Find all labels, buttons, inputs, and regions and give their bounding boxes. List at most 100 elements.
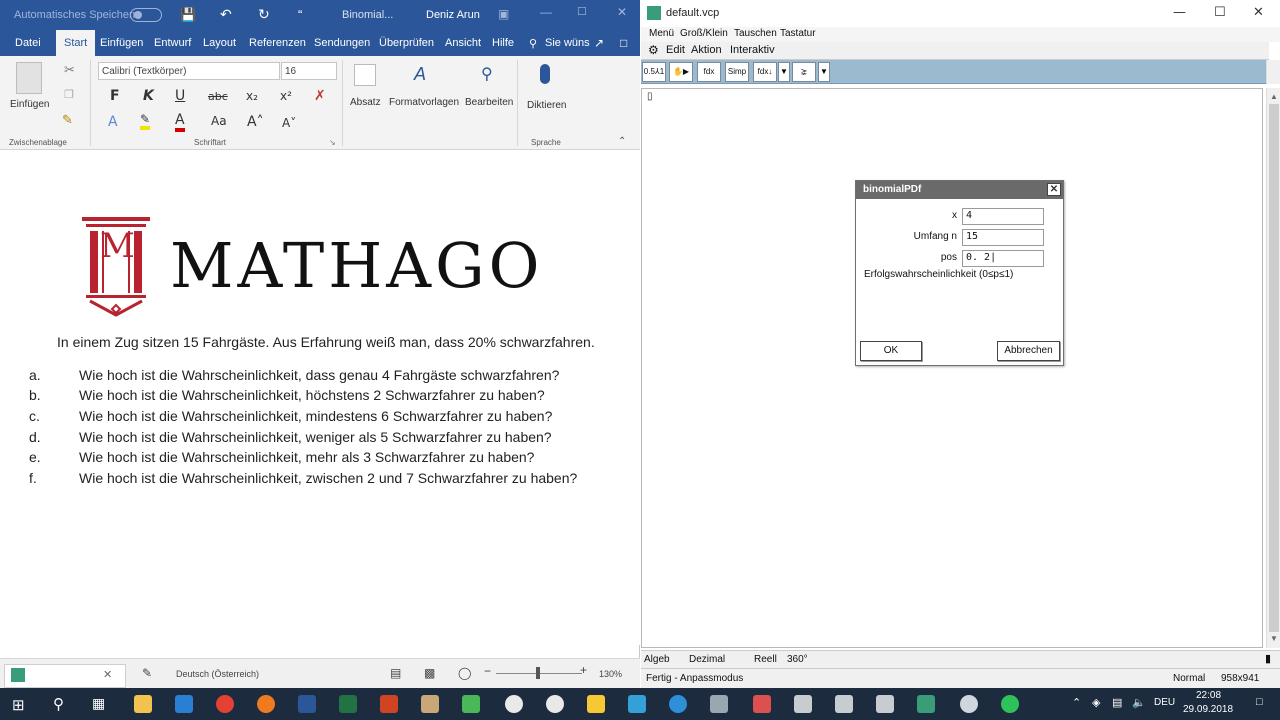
format-painter-icon[interactable]: ✎ [62,112,73,128]
clear-formatting-icon[interactable]: ✗ [314,88,326,104]
superscript-button[interactable]: x² [280,89,292,103]
app-icon[interactable] [753,695,771,713]
minimize-icon[interactable]: — [1173,5,1186,20]
maximize-icon[interactable]: ☐ [577,5,587,18]
underline-button[interactable]: U [175,88,185,104]
calculator-icon[interactable] [794,695,812,713]
app-icon[interactable] [960,695,978,713]
x-input[interactable]: 4 [962,208,1044,225]
tab-start[interactable]: Start [56,30,96,56]
minimize-icon[interactable]: — [540,5,552,19]
word-icon[interactable] [298,695,316,713]
tray-expand-icon[interactable]: ⌃ [1072,696,1081,709]
network-icon[interactable]: ▤ [1112,696,1122,709]
keyboard-language[interactable]: DEU [1154,697,1175,708]
app-icon[interactable] [669,695,687,713]
notifications-icon[interactable]: □ [1256,696,1263,708]
sticky-notes-icon[interactable] [587,695,605,713]
calc-dropdown[interactable]: ▼ [778,62,790,82]
autosave-toggle[interactable] [130,8,162,22]
font-name-combo[interactable]: Calibri (Textkörper) [98,62,280,80]
strikethrough-button[interactable]: abc [208,90,228,103]
derivative-button[interactable]: fdx [697,62,721,82]
tab-entwurf[interactable]: Entwurf [154,37,191,49]
classpad-icon[interactable] [917,695,935,713]
text-effects-icon[interactable]: A [108,114,118,130]
paragraph-button[interactable]: Absatz [350,97,381,108]
close-icon[interactable]: ✕ [1253,5,1264,20]
graph-button[interactable]: ⪲ [792,62,816,82]
volume-icon[interactable]: 🔈 [1132,696,1146,709]
app-icon[interactable] [505,695,523,713]
drag-run-button[interactable]: ✋▶ [669,62,693,82]
save-icon[interactable]: 💾 [180,7,196,23]
tab-datei[interactable]: Datei [15,37,41,49]
menu-tastatur[interactable]: Tastatur [780,28,816,39]
menu-aktion[interactable]: Aktion [691,44,722,56]
grow-font-button[interactable]: A˄ [247,114,264,130]
paste-button[interactable]: Einfügen [10,99,49,110]
calculator-icon[interactable] [876,695,894,713]
font-dialog-launcher-icon[interactable]: ↘ [329,138,336,147]
app-icon[interactable] [628,695,646,713]
close-icon[interactable]: ✕ [1047,183,1061,196]
camtasia-icon[interactable] [462,695,480,713]
font-size-combo[interactable]: 16 [281,62,337,80]
styles-button[interactable]: Formatvorlagen [389,97,459,108]
subscript-button[interactable]: x₂ [246,89,258,103]
calc-button[interactable]: fdx↓ [753,62,777,82]
clock-time[interactable]: 22:08 [1196,690,1221,701]
chrome-icon[interactable] [216,695,234,713]
whatsapp-icon[interactable] [1001,695,1019,713]
taskbar-preview-thumbnail[interactable]: ✕ [4,664,126,688]
tab-layout[interactable]: Layout [203,37,236,49]
mode-angle[interactable]: 360° [787,654,808,665]
app-icon[interactable] [710,695,728,713]
tab-ueberpruefen[interactable]: Überprüfen [379,37,434,49]
zoom-in-button[interactable]: + [580,663,587,677]
close-icon[interactable]: ✕ [103,668,112,681]
zoom-slider-thumb[interactable] [536,667,540,679]
share-icon[interactable]: ↗ [594,36,604,50]
collapse-ribbon-icon[interactable]: ⌃ [618,136,626,147]
editing-button[interactable]: Bearbeiten [465,97,513,108]
tab-referenzen[interactable]: Referenzen [249,37,306,49]
vertical-scrollbar[interactable]: ▲ ▼ [1266,88,1280,648]
search-icon[interactable]: ⚲ [53,695,64,713]
language-status[interactable]: Deutsch (Österreich) [176,669,259,679]
clipboard-paste-icon[interactable] [16,62,42,94]
web-layout-icon[interactable]: ◯ [458,666,471,680]
print-layout-icon[interactable]: ▩ [424,666,435,680]
zoom-out-button[interactable]: − [484,664,491,678]
search-icon[interactable]: ⚲ [529,37,537,50]
menu-tauschen[interactable]: Tauschen [734,28,777,39]
dictate-button[interactable]: Diktieren [527,100,566,111]
ok-button[interactable]: OK [860,341,922,361]
start-icon[interactable]: ⊞ [12,696,25,714]
firefox-icon[interactable] [257,695,275,713]
mode-real[interactable]: Reell [754,654,777,665]
app-icon[interactable] [546,695,564,713]
task-view-icon[interactable]: ▦ [92,695,105,712]
font-color-button[interactable]: A [175,112,185,132]
tab-sendungen[interactable]: Sendungen [314,37,370,49]
copy-icon[interactable]: ❐ [64,88,74,101]
tab-einfuegen[interactable]: Einfügen [100,37,143,49]
italic-button[interactable]: K [143,88,154,104]
menu-gross-klein[interactable]: Groß/Klein [680,28,728,39]
mode-decimal[interactable]: Dezimal [689,654,725,665]
customize-quick-access-icon[interactable]: “ [298,7,302,22]
change-case-button[interactable]: Aa [211,114,227,128]
scroll-down-icon[interactable]: ▼ [1267,632,1280,646]
cut-icon[interactable]: ✂ [64,62,75,78]
tab-ansicht[interactable]: Ansicht [445,37,481,49]
search-app-icon[interactable] [175,695,193,713]
dropbox-icon[interactable]: ◈ [1092,696,1100,709]
mode-algebra[interactable]: Algeb [644,654,670,665]
close-icon[interactable]: ✕ [617,5,627,19]
cancel-button[interactable]: Abbrechen [997,341,1060,361]
redo-icon[interactable]: ↻ [258,6,270,23]
zoom-level[interactable]: 130% [599,669,622,679]
bold-button[interactable]: F [110,88,120,104]
fraction-decimal-button[interactable]: 0.5⅄1 [642,62,666,82]
